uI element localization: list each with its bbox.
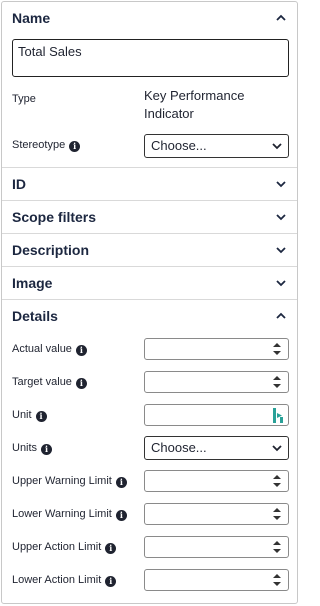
- upper-action-limit-label: Upper Action Limit i: [12, 539, 117, 555]
- upper-warning-limit-label: Upper Warning Limit i: [12, 473, 127, 489]
- spinner-icon[interactable]: [272, 539, 282, 555]
- section-name-header[interactable]: Name: [2, 2, 297, 34]
- section-id-title: ID: [12, 176, 26, 192]
- stereotype-select[interactable]: Choose...: [144, 134, 289, 158]
- units-label: Units i: [12, 440, 53, 456]
- info-icon[interactable]: i: [115, 510, 127, 521]
- chevron-down-icon[interactable]: [275, 277, 287, 289]
- lower-action-limit-input[interactable]: [144, 569, 289, 591]
- name-field[interactable]: Total Sales: [12, 39, 289, 77]
- section-scope-filters-title: Scope filters: [12, 209, 97, 225]
- stereotype-label: Stereotype i: [12, 137, 81, 153]
- chevron-down-icon[interactable]: [275, 211, 287, 223]
- spinner-icon[interactable]: [272, 572, 282, 588]
- section-details-title: Details: [12, 308, 58, 324]
- info-icon[interactable]: i: [75, 345, 87, 356]
- lower-warning-limit-input[interactable]: [144, 503, 289, 525]
- properties-panel: Name Total Sales Type Key Performance In…: [1, 1, 298, 604]
- section-name-title: Name: [12, 10, 51, 26]
- spinner-icon[interactable]: [272, 506, 282, 522]
- spinner-icon[interactable]: [272, 374, 282, 390]
- lower-action-limit-label: Lower Action Limit i: [12, 572, 117, 588]
- chevron-up-icon[interactable]: [275, 310, 287, 322]
- chevron-down-icon[interactable]: [275, 244, 287, 256]
- spinner-icon[interactable]: [272, 341, 282, 357]
- spinner-icon[interactable]: [272, 473, 282, 489]
- section-scope-filters-header[interactable]: Scope filters: [2, 201, 297, 233]
- info-icon[interactable]: i: [115, 477, 127, 488]
- stereotype-select-value: Choose...: [151, 138, 207, 153]
- actual-value-label: Actual value i: [12, 341, 87, 357]
- info-icon[interactable]: i: [105, 576, 117, 587]
- section-image-header[interactable]: Image: [2, 267, 297, 299]
- info-icon[interactable]: i: [105, 543, 117, 554]
- unit-input[interactable]: [144, 404, 289, 426]
- type-value: Key Performance Indicator: [144, 88, 245, 121]
- chevron-down-icon: [272, 445, 282, 452]
- section-description-header[interactable]: Description: [2, 234, 297, 266]
- actual-value-input[interactable]: [144, 338, 289, 360]
- target-value-input[interactable]: [144, 371, 289, 393]
- unit-picker-icon[interactable]: [273, 408, 283, 423]
- info-icon[interactable]: i: [75, 378, 87, 389]
- info-icon[interactable]: i: [69, 141, 81, 152]
- chevron-up-icon[interactable]: [275, 12, 287, 24]
- chevron-down-icon[interactable]: [275, 178, 287, 190]
- upper-warning-limit-input[interactable]: [144, 470, 289, 492]
- section-id-header[interactable]: ID: [2, 168, 297, 200]
- chevron-down-icon: [272, 143, 282, 150]
- section-image-title: Image: [12, 275, 53, 291]
- section-description-title: Description: [12, 242, 90, 258]
- info-icon[interactable]: i: [35, 411, 47, 422]
- upper-action-limit-input[interactable]: [144, 536, 289, 558]
- target-value-label: Target value i: [12, 374, 87, 390]
- type-label: Type: [12, 93, 36, 105]
- units-select[interactable]: Choose...: [144, 436, 289, 460]
- unit-label: Unit i: [12, 407, 47, 423]
- units-select-value: Choose...: [151, 440, 207, 455]
- lower-warning-limit-label: Lower Warning Limit i: [12, 506, 127, 522]
- info-icon[interactable]: i: [41, 444, 53, 455]
- section-details-header[interactable]: Details: [2, 300, 297, 332]
